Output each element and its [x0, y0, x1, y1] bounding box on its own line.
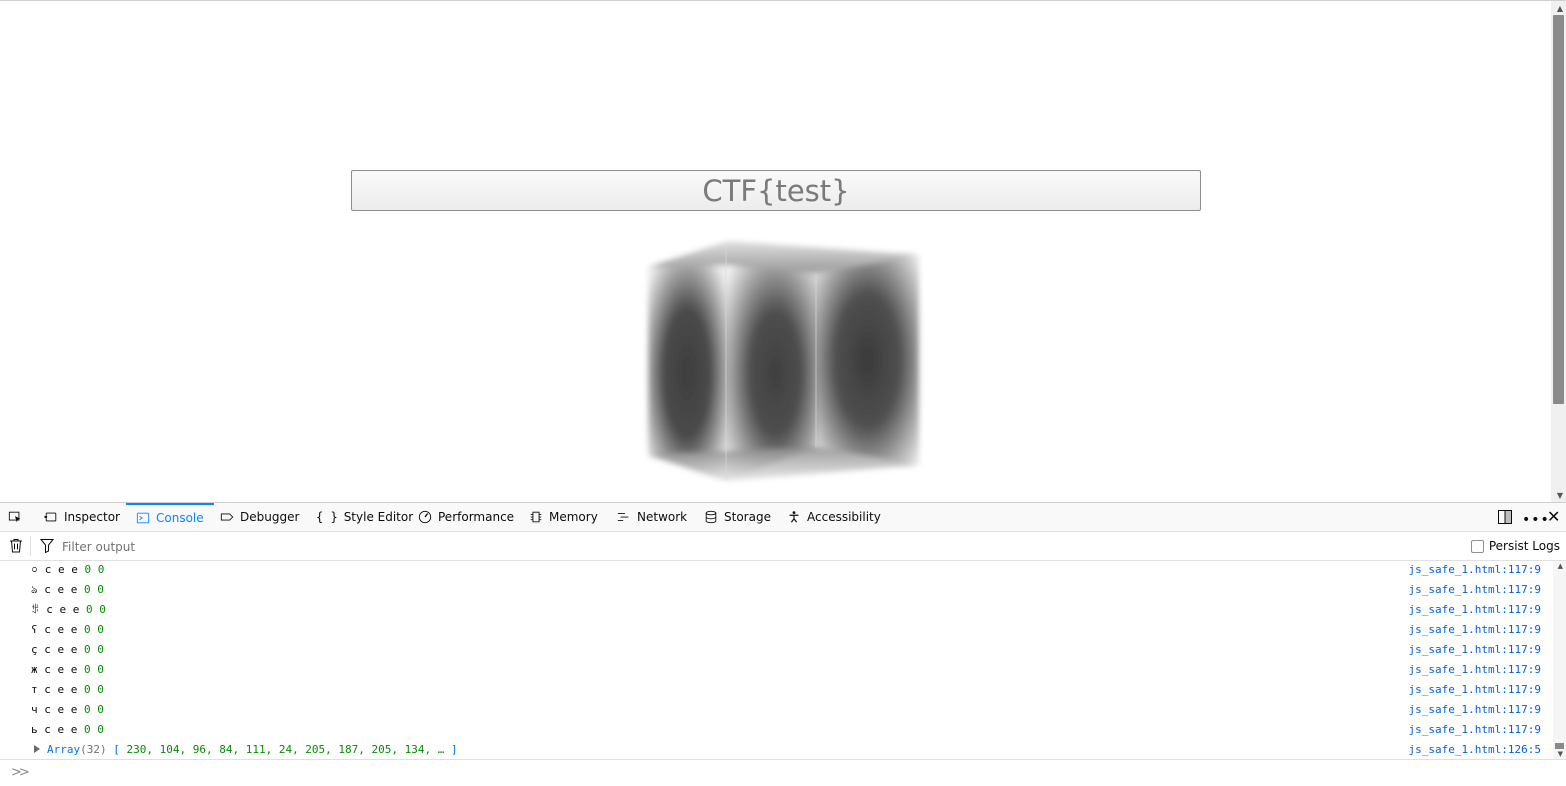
console-output: ০ c e e 0 0 js_safe_1.html:117:9 ঌ c e e… [0, 561, 1553, 759]
log-source-link[interactable]: js_safe_1.html:117:9 [1409, 703, 1541, 717]
tab-label: Performance [438, 510, 515, 524]
tab-label: Debugger [240, 510, 300, 524]
tab-label: Memory [549, 510, 598, 524]
log-message: ь c e e 0 0 [31, 723, 104, 736]
performance-icon [418, 510, 432, 524]
expand-arrow-icon[interactable] [34, 745, 40, 753]
filter-output-input[interactable] [60, 537, 864, 557]
element-picker-button[interactable] [8, 503, 22, 531]
console-log-row: ʕ c e e 0 0 js_safe_1.html:117:9 [0, 623, 1553, 643]
storage-icon [705, 510, 717, 524]
console-scrollbar-thumb[interactable] [1555, 743, 1564, 749]
console-toolbar: Persist Logs [0, 532, 1566, 561]
tab-network[interactable]: Network [617, 503, 687, 531]
close-icon: ✕ [1547, 507, 1561, 526]
trash-icon [10, 539, 22, 553]
tab-console[interactable]: Console [126, 503, 214, 531]
console-prompt-icon: >> [11, 765, 30, 780]
checkbox-box[interactable] [1470, 539, 1484, 553]
log-source-link[interactable]: js_safe_1.html:117:9 [1409, 683, 1541, 697]
console-log-row: ç c e e 0 0 js_safe_1.html:117:9 [0, 643, 1553, 663]
tab-debugger[interactable]: Debugger [220, 503, 299, 531]
tab-label: Storage [724, 510, 771, 524]
page-viewport: ▲ ▼ [0, 0, 1566, 502]
console-log-row: ч c e e 0 0 js_safe_1.html:117:9 [0, 703, 1553, 723]
log-source-link[interactable]: js_safe_1.html:117:9 [1409, 723, 1541, 737]
tab-label: Style Editor [343, 510, 414, 524]
log-message: ʕ c e e 0 0 [31, 623, 104, 636]
tab-accessibility[interactable]: Accessibility [787, 503, 881, 531]
cube-graphic [648, 241, 919, 481]
filter-funnel-icon [39, 539, 55, 554]
scroll-down-arrow-icon[interactable]: ▼ [1558, 750, 1563, 758]
tab-memory[interactable]: Memory [529, 503, 598, 531]
console-input[interactable]: >> [0, 759, 1566, 786]
toolbar-divider [30, 536, 31, 556]
element-picker-icon [8, 511, 21, 523]
tab-performance[interactable]: Performance [418, 503, 514, 531]
tab-style-editor[interactable]: { } Style Editor [316, 503, 413, 531]
log-source-link[interactable]: js_safe_1.html:117:9 [1409, 603, 1541, 617]
console-log-row: т c e e 0 0 js_safe_1.html:117:9 [0, 683, 1553, 703]
log-message: ০ c e e 0 0 [31, 563, 105, 576]
log-message: т c e e 0 0 [31, 683, 104, 696]
console-log-row: ь c e e 0 0 js_safe_1.html:117:9 [0, 723, 1553, 743]
log-source-link[interactable]: js_safe_1.html:117:9 [1409, 643, 1541, 657]
devtools-panel: Inspector Console Debugger { } Style Edi… [0, 502, 1566, 785]
tab-label: Inspector [64, 510, 120, 524]
close-devtools-button[interactable]: ✕ [1547, 507, 1560, 526]
log-source-link[interactable]: js_safe_1.html:117:9 [1409, 623, 1541, 637]
tab-storage[interactable]: Storage [704, 503, 771, 531]
persist-logs-label: Persist Logs [1488, 539, 1560, 553]
tab-label: Accessibility [807, 510, 881, 524]
console-log-row: ০ c e e 0 0 js_safe_1.html:117:9 [0, 563, 1553, 583]
log-message: ч c e e 0 0 [31, 703, 104, 716]
log-source-link[interactable]: js_safe_1.html:126:5 [1409, 743, 1541, 757]
console-log-row: ঌ c e e 0 0 js_safe_1.html:117:9 [0, 583, 1553, 603]
console-log-row: ꌣ c e e 0 0 js_safe_1.html:117:9 [0, 603, 1553, 623]
scroll-up-arrow-icon[interactable]: ▲ [1558, 562, 1563, 570]
console-icon [136, 512, 150, 524]
network-icon [617, 513, 629, 521]
inspector-icon [44, 512, 57, 522]
scroll-down-arrow-icon[interactable]: ▼ [1557, 491, 1563, 500]
accessibility-icon [789, 511, 799, 523]
dock-side-icon [1498, 510, 1512, 524]
log-source-link[interactable]: js_safe_1.html:117:9 [1409, 663, 1541, 677]
flag-input[interactable] [351, 170, 1201, 211]
more-options-icon: ••• [1522, 512, 1550, 528]
log-message: ꌣ c e e 0 0 [31, 603, 106, 616]
memory-icon [530, 511, 542, 523]
clear-console-button[interactable] [9, 538, 23, 557]
page-scrollbar[interactable]: ▲ ▼ [1551, 1, 1566, 502]
console-array-row[interactable]: Array(32) [ 230, 104, 96, 84, 111, 24, 2… [0, 743, 1553, 759]
page-scrollbar-thumb[interactable] [1553, 15, 1564, 404]
debugger-icon [220, 513, 234, 521]
scroll-up-arrow-icon[interactable]: ▲ [1557, 4, 1563, 13]
console-log-row: ж c e e 0 0 js_safe_1.html:117:9 [0, 663, 1553, 683]
log-source-link[interactable]: js_safe_1.html:117:9 [1409, 563, 1541, 577]
tab-label: Console [156, 511, 204, 525]
style-editor-icon: { } [316, 510, 338, 524]
dock-options-button[interactable] [1497, 509, 1513, 529]
array-preview[interactable]: Array(32) [ 230, 104, 96, 84, 111, 24, 2… [47, 743, 458, 757]
log-source-link[interactable]: js_safe_1.html:117:9 [1409, 583, 1541, 597]
log-message: ঌ c e e 0 0 [31, 583, 104, 596]
devtools-tab-bar: Inspector Console Debugger { } Style Edi… [0, 503, 1566, 532]
persist-logs-checkbox[interactable]: Persist Logs [1470, 539, 1560, 553]
filter-toggle-button[interactable] [39, 538, 55, 557]
tab-label: Network [637, 510, 688, 524]
log-message: ж c e e 0 0 [31, 663, 104, 676]
console-scrollbar[interactable]: ▲ ▼ [1553, 561, 1566, 759]
tab-inspector[interactable]: Inspector [44, 503, 120, 531]
log-message: ç c e e 0 0 [31, 643, 104, 656]
more-options-button[interactable]: ••• [1522, 509, 1550, 528]
